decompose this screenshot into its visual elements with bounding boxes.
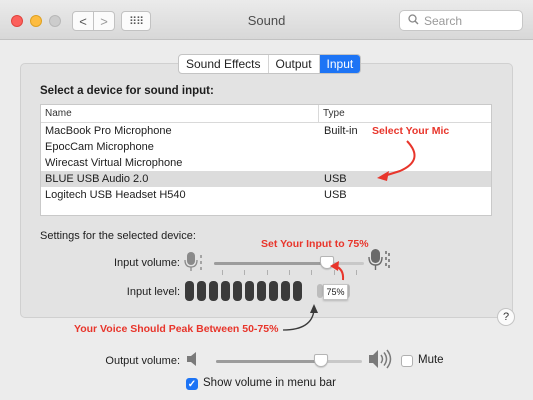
table-row-selected[interactable]: BLUE USB Audio 2.0 USB xyxy=(41,171,491,187)
input-volume-label: Input volume: xyxy=(113,257,180,269)
slider-tick xyxy=(222,270,223,275)
table-header: Name Type xyxy=(41,105,491,123)
level-segment xyxy=(197,281,206,301)
input-volume-fill xyxy=(214,262,327,265)
level-segment xyxy=(269,281,278,301)
search-placeholder: Search xyxy=(424,13,463,28)
output-volume-thumb[interactable] xyxy=(314,354,329,367)
slider-tick xyxy=(266,270,268,275)
input-level-label: Input level: xyxy=(126,286,180,298)
tab-bar: Sound Effects Output Input xyxy=(178,54,362,74)
input-volume-slider[interactable] xyxy=(214,262,364,265)
level-segment xyxy=(245,281,254,301)
slider-tick xyxy=(244,270,246,275)
slider-tick xyxy=(289,270,290,275)
device-table: Name Type MacBook Pro Microphone Built-i… xyxy=(40,104,492,216)
microphone-low-icon xyxy=(183,250,205,275)
input-volume-thumb[interactable] xyxy=(319,256,334,269)
help-button[interactable]: ? xyxy=(497,308,515,326)
device-name: BLUE USB Audio 2.0 xyxy=(45,173,149,185)
mute-checkbox[interactable] xyxy=(401,355,413,367)
speaker-low-icon xyxy=(185,351,201,370)
level-segment xyxy=(281,281,290,301)
output-volume-slider[interactable] xyxy=(216,360,362,363)
tab-input[interactable]: Input xyxy=(319,55,361,73)
mute-label: Mute xyxy=(418,354,444,366)
level-segment xyxy=(293,281,302,301)
level-segment xyxy=(185,281,194,301)
annotation-set-input: Set Your Input to 75% xyxy=(261,238,369,250)
show-volume-label: Show volume in menu bar xyxy=(203,377,336,389)
device-name: Logitech USB Headset H540 xyxy=(45,189,186,201)
slider-tick xyxy=(356,270,357,275)
slider-tick xyxy=(311,270,313,275)
tab-output[interactable]: Output xyxy=(269,55,320,73)
output-volume-fill xyxy=(216,360,322,363)
output-volume-label: Output volume: xyxy=(105,355,180,367)
device-type: USB xyxy=(324,189,347,201)
level-segment xyxy=(221,281,230,301)
tab-sound-effects[interactable]: Sound Effects xyxy=(179,55,269,73)
device-type: USB xyxy=(324,173,347,185)
microphone-high-icon xyxy=(368,247,392,274)
title-bar: < > ⠿⠿ Sound Search xyxy=(0,0,533,40)
device-name: MacBook Pro Microphone xyxy=(45,125,172,137)
device-type: Built-in xyxy=(324,125,358,137)
search-input[interactable]: Search xyxy=(399,10,523,31)
level-segment xyxy=(257,281,266,301)
device-heading: Select a device for sound input: xyxy=(40,85,214,97)
device-name: EpocCam Microphone xyxy=(45,141,154,153)
table-row[interactable]: Logitech USB Headset H540 USB xyxy=(41,187,491,203)
level-segment xyxy=(233,281,242,301)
input-volume-tooltip: 75% xyxy=(323,284,348,300)
annotation-select-mic: Select Your Mic xyxy=(372,125,450,137)
level-segment xyxy=(209,281,218,301)
column-header-name[interactable]: Name xyxy=(41,105,319,122)
speaker-high-icon xyxy=(368,349,396,372)
column-header-type[interactable]: Type xyxy=(319,105,349,122)
search-icon xyxy=(408,13,419,28)
device-type xyxy=(320,155,324,171)
device-type xyxy=(320,139,324,155)
table-row[interactable]: EpocCam Microphone xyxy=(41,139,491,155)
slider-tick xyxy=(333,270,335,275)
annotation-peak: Your Voice Should Peak Between 50-75% xyxy=(74,323,279,335)
table-row[interactable]: Wirecast Virtual Microphone xyxy=(41,155,491,171)
settings-label: Settings for the selected device: xyxy=(40,230,196,242)
device-name: Wirecast Virtual Microphone xyxy=(45,157,183,169)
show-volume-checkbox[interactable]: ✓ xyxy=(186,378,198,390)
